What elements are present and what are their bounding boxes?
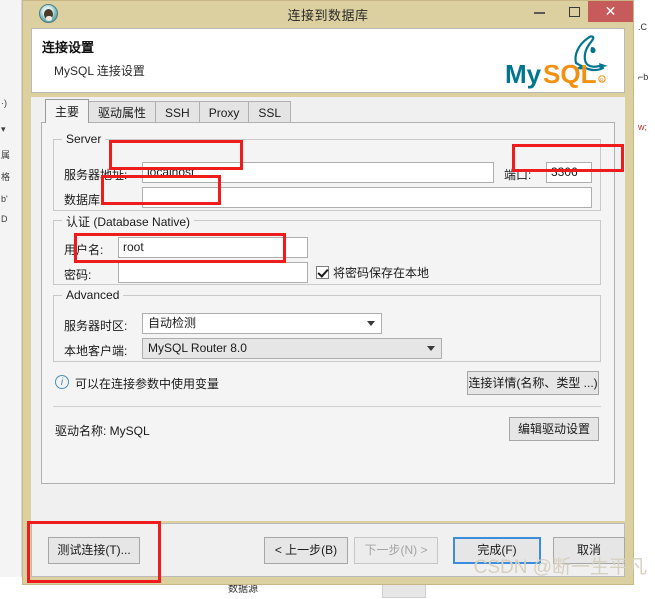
local-client-label: 本地客户端: xyxy=(64,344,128,358)
divider xyxy=(53,406,601,407)
advanced-group: Advanced 服务器时区: 自动检测 本地客户端: MySQL Router… xyxy=(53,288,601,362)
screen-root: ·) ▾ 属 格 b' D .C ⌐b w; 数据源 连接到数据库 ✕ 连接设置… xyxy=(0,0,655,599)
tab-panel-main: Server 服务器地址: localhost 端口: 3306 数据库: 认证… xyxy=(41,122,615,484)
background-right-panel: .C ⌐b w; xyxy=(637,0,655,599)
tab-driver-properties[interactable]: 驱动属性 xyxy=(88,101,157,123)
server-group-title: Server xyxy=(62,132,106,146)
info-text: 可以在连接参数中使用变量 xyxy=(75,377,220,391)
minimize-button[interactable] xyxy=(522,1,557,22)
title-bar[interactable]: 连接到数据库 ✕ xyxy=(23,1,633,26)
connection-details-button[interactable]: 连接详情(名称、类型 ...) xyxy=(467,371,599,395)
settings-tabstrip: 主要 驱动属性 SSH Proxy SSL xyxy=(45,99,292,123)
background-left-panel: ·) ▾ 属 格 b' D xyxy=(0,0,22,599)
username-label: 用户名: xyxy=(64,243,104,257)
previous-button[interactable]: < 上一步(B) xyxy=(264,537,348,564)
bg-right-fragment: w; xyxy=(638,122,647,132)
authentication-group-title: 认证 (Database Native) xyxy=(62,213,195,230)
server-group: Server 服务器地址: localhost 端口: 3306 数据库: xyxy=(53,132,601,211)
minimize-icon xyxy=(534,12,545,14)
password-label: 密码: xyxy=(64,268,92,282)
password-input[interactable] xyxy=(118,262,308,283)
local-client-select[interactable]: MySQL Router 8.0 xyxy=(142,338,442,359)
maximize-icon xyxy=(569,7,580,17)
edit-driver-settings-button[interactable]: 编辑驱动设置 xyxy=(509,417,599,441)
page-subtitle: MySQL 连接设置 xyxy=(54,64,145,78)
bg-left-fragment: ▾ xyxy=(1,124,6,134)
host-label: 服务器地址: xyxy=(64,168,128,182)
chevron-down-icon xyxy=(427,346,435,351)
bg-right-fragment: .C xyxy=(638,22,647,32)
timezone-select[interactable]: 自动检测 xyxy=(142,313,382,334)
svg-text:R: R xyxy=(600,78,604,84)
port-label: 端口: xyxy=(504,168,532,182)
watermark: CSDN @断一生平凡 xyxy=(473,557,647,578)
chevron-down-icon xyxy=(367,321,375,326)
timezone-label: 服务器时区: xyxy=(64,319,128,333)
tab-main[interactable]: 主要 xyxy=(45,99,90,123)
database-label: 数据库: xyxy=(64,193,104,207)
next-button: 下一步(N) > xyxy=(354,537,438,564)
bg-left-fragment: ·) xyxy=(1,98,7,108)
host-input[interactable]: localhost xyxy=(142,162,494,183)
bg-left-fragment: b' xyxy=(1,194,8,204)
svg-text:SQL: SQL xyxy=(543,59,597,89)
bg-left-fragment: 属 xyxy=(1,150,11,160)
bg-left-fragment: D xyxy=(1,214,8,224)
dialog-header: 连接设置 MySQL 连接设置 My SQL R xyxy=(31,28,625,93)
checkmark-icon xyxy=(316,266,329,279)
close-icon: ✕ xyxy=(604,3,617,19)
tab-ssh[interactable]: SSH xyxy=(155,101,200,123)
save-password-label: 将密码保存在本地 xyxy=(333,266,430,280)
advanced-group-title: Advanced xyxy=(62,288,124,302)
dialog-content: 主要 驱动属性 SSH Proxy SSL Server 服务器地址: loca… xyxy=(31,97,625,521)
background-left-fragments: ·) ▾ 属 格 b' D xyxy=(0,0,21,599)
svg-text:My: My xyxy=(505,59,542,89)
maximize-button[interactable] xyxy=(557,1,592,22)
info-row: i 可以在连接参数中使用变量 连接详情(名称、类型 ...) xyxy=(53,371,601,399)
bg-right-fragment: ⌐b xyxy=(638,72,649,82)
database-input[interactable] xyxy=(142,187,592,208)
driver-name-label: 驱动名称: MySQL xyxy=(55,424,150,438)
timezone-value: 自动检测 xyxy=(148,316,197,330)
port-input[interactable]: 3306 xyxy=(546,162,592,183)
tab-ssl[interactable]: SSL xyxy=(248,101,292,123)
bg-left-fragment: 格 xyxy=(1,172,11,182)
page-title: 连接设置 xyxy=(42,40,95,55)
close-button[interactable]: ✕ xyxy=(588,1,633,22)
tab-proxy[interactable]: Proxy xyxy=(198,101,250,123)
authentication-group: 认证 (Database Native) 用户名: root 密码: 将密码保存… xyxy=(53,213,601,285)
connect-to-database-dialog: 连接到数据库 ✕ 连接设置 MySQL 连接设置 My SQL R 主要 驱动属… xyxy=(22,0,634,585)
save-password-checkbox[interactable]: 将密码保存在本地 xyxy=(316,264,429,281)
username-input[interactable]: root xyxy=(118,237,308,258)
mysql-logo-icon: My SQL R xyxy=(505,35,608,89)
info-icon: i xyxy=(55,375,69,389)
test-connection-button[interactable]: 测试连接(T)... xyxy=(48,537,140,564)
local-client-value: MySQL Router 8.0 xyxy=(148,341,247,355)
driver-row: 驱动名称: MySQL 编辑驱动设置 xyxy=(53,417,601,443)
